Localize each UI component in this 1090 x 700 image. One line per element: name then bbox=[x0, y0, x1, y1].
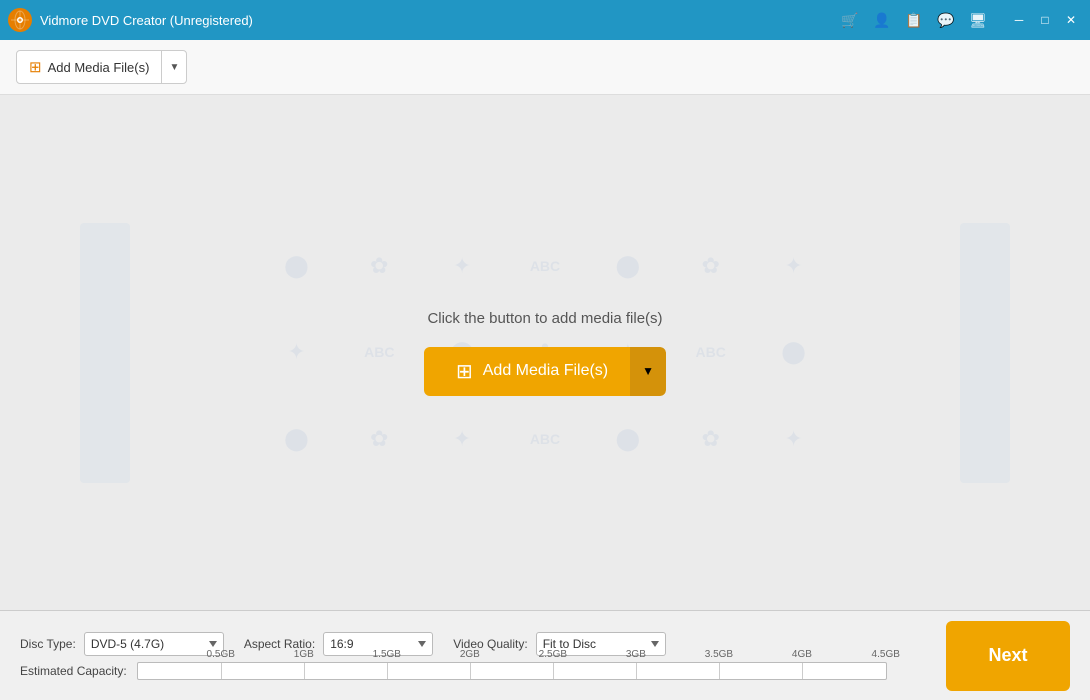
dvd-icon: ✿ bbox=[338, 396, 421, 483]
close-button[interactable]: ✕ bbox=[1060, 9, 1082, 31]
dvd-icon: ✦ bbox=[752, 396, 835, 483]
add-media-dropdown-arrow[interactable]: ▼ bbox=[162, 51, 186, 83]
big-add-media-button[interactable]: ⊞ Add Media File(s) ▼ bbox=[424, 347, 666, 396]
aspect-ratio-group: Aspect Ratio: 16:9 4:3 bbox=[244, 632, 433, 656]
big-add-label: Add Media File(s) bbox=[483, 362, 608, 380]
dvd-icon: ABC bbox=[504, 396, 587, 483]
dvd-icon: ⬤ bbox=[255, 396, 338, 483]
app-logo bbox=[8, 8, 32, 32]
main-content: ⬤ ✿ ✦ ABC ⬤ ✿ ✦ ✦ ABC ⬤ ✿ ✦ ABC ⬤ ⬤ ✿ ✦ … bbox=[0, 95, 1090, 610]
big-add-media-main[interactable]: ⊞ Add Media File(s) bbox=[424, 347, 640, 396]
add-media-label: Add Media File(s) bbox=[48, 60, 150, 75]
big-add-icon: ⊞ bbox=[456, 359, 473, 384]
title-bar: Vidmore DVD Creator (Unregistered) 🛒 👤 📋… bbox=[0, 0, 1090, 40]
video-quality-group: Video Quality: Fit to Disc High Quality … bbox=[453, 632, 666, 656]
user-icon[interactable]: 👤 bbox=[872, 12, 892, 29]
dvd-icon: ✿ bbox=[669, 396, 752, 483]
dvd-icon: ⬤ bbox=[752, 309, 835, 396]
center-overlay: Click the button to add media file(s) ⊞ … bbox=[424, 310, 666, 396]
dvd-icon: ✿ bbox=[338, 223, 421, 310]
dvd-icon: ✿ bbox=[669, 223, 752, 310]
prompt-text: Click the button to add media file(s) bbox=[427, 310, 662, 327]
dvd-icon: ⬤ bbox=[255, 223, 338, 310]
bottom-controls: Disc Type: DVD-5 (4.7G) DVD-9 (8.5G) BD-… bbox=[20, 632, 926, 656]
dvd-icon: ⬤ bbox=[586, 396, 669, 483]
add-file-icon: ⊞ bbox=[29, 58, 42, 76]
add-media-button[interactable]: ⊞ Add Media File(s) ▼ bbox=[16, 50, 187, 84]
estimated-capacity-label: Estimated Capacity: bbox=[20, 664, 127, 678]
screen-icon[interactable]: 🖥 bbox=[968, 12, 988, 29]
capacity-row: Estimated Capacity: 0.5GB 1GB 1.5GB 2GB … bbox=[20, 662, 926, 680]
title-bar-left: Vidmore DVD Creator (Unregistered) bbox=[8, 8, 253, 32]
chat-icon[interactable]: 💬 bbox=[936, 12, 956, 29]
title-bar-right: 🛒 👤 📋 💬 🖥 ─ □ ✕ bbox=[840, 9, 1082, 31]
file-icon[interactable]: 📋 bbox=[904, 12, 924, 29]
video-quality-label: Video Quality: bbox=[453, 637, 528, 651]
app-title: Vidmore DVD Creator (Unregistered) bbox=[40, 13, 253, 28]
aspect-ratio-select[interactable]: 16:9 4:3 bbox=[323, 632, 433, 656]
video-quality-select[interactable]: Fit to Disc High Quality Standard Qualit… bbox=[536, 632, 666, 656]
maximize-button[interactable]: □ bbox=[1034, 9, 1056, 31]
dvd-icon: ABC bbox=[669, 309, 752, 396]
window-controls: ─ □ ✕ bbox=[1008, 9, 1082, 31]
dvd-icon: ✦ bbox=[421, 223, 504, 310]
dvd-icon: ABC bbox=[338, 309, 421, 396]
next-button[interactable]: Next bbox=[946, 621, 1070, 691]
cart-icon[interactable]: 🛒 bbox=[840, 12, 860, 29]
capacity-bar: 0.5GB 1GB 1.5GB 2GB 2.5GB 3GB 3.5GB 4GB … bbox=[137, 662, 887, 680]
disc-type-label: Disc Type: bbox=[20, 637, 76, 651]
dvd-icon: ABC bbox=[504, 223, 587, 310]
bottom-left: Disc Type: DVD-5 (4.7G) DVD-9 (8.5G) BD-… bbox=[20, 632, 926, 680]
toolbar: ⊞ Add Media File(s) ▼ bbox=[0, 40, 1090, 95]
bottom-inner: Disc Type: DVD-5 (4.7G) DVD-9 (8.5G) BD-… bbox=[0, 613, 1090, 699]
add-media-main[interactable]: ⊞ Add Media File(s) bbox=[17, 51, 162, 83]
big-add-dropdown-arrow[interactable]: ▼ bbox=[630, 347, 666, 396]
bottom-bar: Disc Type: DVD-5 (4.7G) DVD-9 (8.5G) BD-… bbox=[0, 610, 1090, 700]
dvd-icon: ✦ bbox=[255, 309, 338, 396]
minimize-button[interactable]: ─ bbox=[1008, 9, 1030, 31]
disc-type-group: Disc Type: DVD-5 (4.7G) DVD-9 (8.5G) BD-… bbox=[20, 632, 224, 656]
aspect-ratio-label: Aspect Ratio: bbox=[244, 637, 315, 651]
dvd-icon: ✦ bbox=[752, 223, 835, 310]
dvd-icon: ✦ bbox=[421, 396, 504, 483]
dvd-icon: ⬤ bbox=[586, 223, 669, 310]
disc-type-select[interactable]: DVD-5 (4.7G) DVD-9 (8.5G) BD-25 BD-50 bbox=[84, 632, 224, 656]
